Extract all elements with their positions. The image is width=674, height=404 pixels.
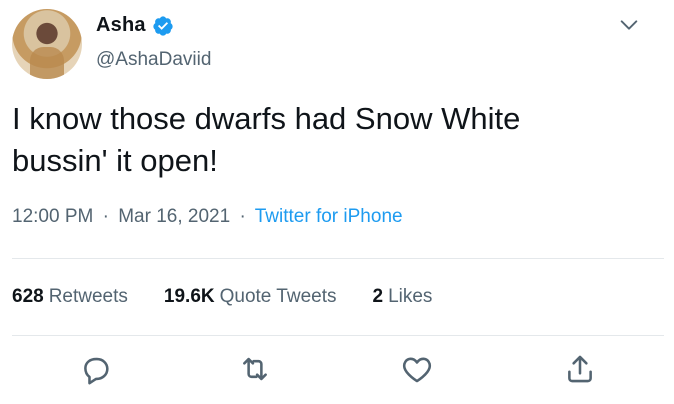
retweet-button[interactable] [238, 352, 272, 386]
action-bar [0, 352, 674, 392]
quote-tweets-stat[interactable]: 19.6K Quote Tweets [164, 286, 337, 308]
tweet-text-line-2: bussin' it open! [12, 143, 218, 178]
author-handle[interactable]: @AshaDaviid [96, 49, 211, 71]
heart-icon [402, 357, 432, 383]
meta-separator: · [102, 206, 109, 227]
tweet-source-link[interactable]: Twitter for iPhone [255, 206, 403, 227]
likes-label: Likes [388, 286, 433, 307]
tweet-date[interactable]: Mar 16, 2021 [118, 206, 230, 227]
chevron-down-icon[interactable] [618, 14, 640, 36]
quote-tweets-count: 19.6K [163, 286, 215, 307]
divider [12, 335, 664, 336]
tweet-time[interactable]: 12:00 PM [12, 206, 93, 227]
tweet-text: I know those dwarfs had Snow White bussi… [12, 98, 652, 182]
tweet-text-line-1: I know those dwarfs had Snow White [12, 101, 521, 136]
divider [12, 258, 664, 259]
display-name[interactable]: Asha [96, 14, 146, 37]
likes-count: 2 [372, 286, 384, 307]
quote-tweets-label: Quote Tweets [219, 286, 337, 307]
retweets-stat[interactable]: 628 Retweets [12, 286, 128, 308]
tweet-metadata: 12:00 PM · Mar 16, 2021 · Twitter for iP… [12, 206, 403, 228]
author-name-row: Asha [96, 14, 174, 37]
share-icon [568, 355, 592, 383]
reply-button[interactable] [79, 352, 113, 386]
avatar[interactable] [12, 9, 82, 79]
like-button[interactable] [400, 352, 434, 386]
share-button[interactable] [563, 352, 597, 386]
retweet-icon [243, 357, 267, 381]
likes-stat[interactable]: 2 Likes [373, 286, 433, 308]
meta-separator: · [239, 206, 246, 227]
reply-icon [84, 357, 109, 385]
retweets-count: 628 [12, 286, 44, 307]
verified-badge-icon [153, 15, 173, 36]
retweets-label: Retweets [48, 286, 128, 307]
engagement-stats: 628 Retweets 19.6K Quote Tweets 2 Likes [12, 286, 468, 308]
